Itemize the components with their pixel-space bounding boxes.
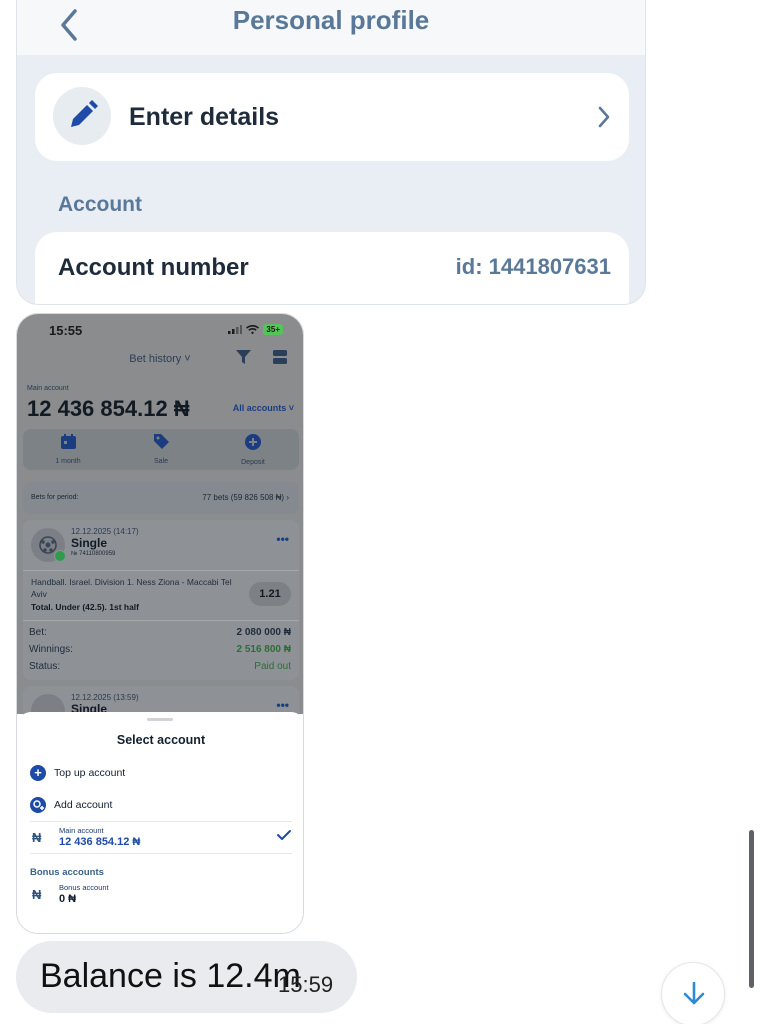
bet-history-screenshot[interactable]: 15:55 35+ Bet history ˅ Main account 12 … — [16, 313, 304, 934]
sheet-grabber[interactable] — [147, 718, 173, 721]
signal-icon — [228, 325, 243, 334]
quick-action-label: Sale — [153, 458, 168, 465]
message-bubble[interactable]: Balance is 12.4m 15:59 — [16, 941, 357, 1013]
status-label: Status: — [29, 661, 61, 672]
filter-icon[interactable] — [236, 350, 251, 364]
sheet-title: Select account — [116, 733, 206, 747]
period-label: Bets for period: — [31, 494, 79, 501]
enter-details-label: Enter details — [129, 103, 280, 131]
bonus-accounts-heading: Bonus accounts — [30, 867, 104, 878]
winnings-label: Winnings: — [29, 644, 73, 655]
enter-details-row[interactable]: Enter details — [35, 73, 629, 161]
divider — [23, 570, 299, 571]
all-accounts-dropdown[interactable]: All accounts ˅ — [233, 403, 294, 413]
quick-action-sale[interactable]: Sale — [126, 434, 196, 465]
bonus-account-value[interactable]: 0 ₦ — [59, 893, 76, 905]
quick-action-label: 1 month — [55, 458, 81, 465]
main-account-value[interactable]: 12 436 854.12 ₦ — [59, 836, 140, 848]
naira-icon: ₦ — [32, 887, 42, 902]
server-icon[interactable] — [273, 350, 287, 364]
bet-date: 12.12.2025 (14:17) — [71, 527, 139, 536]
battery-icon: 35+ — [263, 324, 283, 335]
profile-header: Personal profile — [17, 0, 645, 55]
calendar-icon — [60, 434, 76, 449]
account-number-value: id: 1441807631 — [455, 254, 611, 279]
divider — [30, 853, 292, 854]
quick-actions: 1 month Sale Deposit — [23, 429, 299, 470]
winnings-value: 2 516 800 ₦ — [236, 644, 292, 655]
check-badge-icon — [54, 550, 66, 562]
bet-event: Handball. Israel. Division 1. Ness Ziona… — [31, 577, 232, 599]
quick-action-period[interactable]: 1 month — [33, 434, 103, 465]
plus-circle-icon — [245, 434, 261, 450]
add-account-item[interactable]: Add account — [30, 797, 112, 813]
more-options-icon[interactable]: ••• — [276, 532, 289, 546]
plus-circle-icon: + — [30, 765, 46, 781]
account-number-label: Account number — [58, 254, 249, 281]
select-account-sheet: Select account + Top up account Add acco… — [17, 712, 303, 933]
wifi-icon — [246, 325, 260, 334]
bet-type: Single — [71, 536, 108, 550]
page-title: Personal profile — [232, 5, 430, 35]
more-options-icon[interactable]: ••• — [276, 698, 289, 712]
bet-amount-label: Bet: — [29, 627, 47, 638]
tag-icon — [153, 434, 169, 449]
chevron-right-icon — [598, 106, 610, 128]
quick-action-label: Deposit — [241, 459, 265, 466]
profile-screenshot[interactable]: Personal profile Enter details Account A… — [16, 0, 646, 305]
add-account-label: Add account — [54, 799, 113, 811]
divider — [23, 620, 299, 621]
bets-period-row[interactable]: Bets for period: 77 bets (59 826 508 ₦) … — [23, 482, 299, 514]
divider — [30, 821, 292, 822]
scrollbar[interactable] — [749, 830, 754, 988]
naira-icon: ₦ — [32, 830, 42, 845]
top-up-label: Top up account — [54, 767, 126, 779]
checkmark-icon — [277, 830, 291, 840]
bet-market: Total. Under (42.5). 1st half — [31, 602, 140, 612]
arrow-down-icon — [683, 981, 705, 1005]
bet-amount-row: Bet: 2 080 000 ₦ — [29, 627, 291, 638]
bet-date: 12.12.2025 (13:59) — [71, 693, 139, 702]
message-text: Balance is 12.4m — [40, 957, 301, 995]
bet-card[interactable]: 12.12.2025 (14:17) Single № 74110800959 … — [23, 520, 299, 680]
bet-number: № 74110800959 — [71, 551, 116, 557]
status-time: 15:55 — [49, 323, 83, 338]
bet-amount-value: 2 080 000 ₦ — [236, 627, 292, 638]
dimmed-background[interactable]: 15:55 35+ Bet history ˅ Main account 12 … — [17, 314, 303, 746]
header-actions — [236, 350, 287, 364]
top-up-account-item[interactable]: + Top up account — [30, 765, 125, 781]
scroll-down-button[interactable] — [661, 962, 725, 1024]
status-value: Paid out — [254, 661, 291, 672]
status-icons: 35+ — [228, 324, 283, 335]
main-account-balance: 12 436 854.12 ₦ — [27, 396, 190, 421]
bet-odds: 1.21 — [249, 582, 291, 606]
winnings-row: Winnings: 2 516 800 ₦ — [29, 644, 291, 655]
add-wallet-icon — [30, 797, 46, 813]
main-account-label: Main account — [27, 385, 69, 392]
account-section-heading: Account — [58, 193, 142, 216]
pencil-icon — [53, 87, 111, 145]
message-time: 15:59 — [278, 972, 334, 997]
main-account-label: Main account — [59, 826, 104, 835]
account-number-row: Account number id: 1441807631 — [35, 232, 629, 304]
status-row: Status: Paid out — [29, 661, 291, 672]
bonus-account-label: Bonus account — [59, 883, 109, 892]
quick-action-deposit[interactable]: Deposit — [218, 434, 288, 466]
period-summary: 77 bets (59 826 508 ₦) › — [202, 493, 289, 502]
